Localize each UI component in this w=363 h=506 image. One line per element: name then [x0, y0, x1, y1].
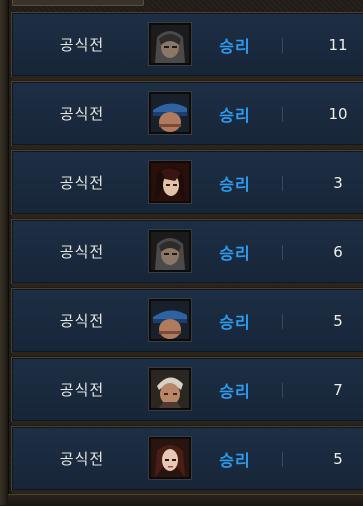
- match-row[interactable]: 공식전 승리 3: [11, 150, 363, 218]
- match-score: 7: [333, 380, 343, 399]
- match-score: 5: [333, 311, 343, 330]
- match-score: 5: [333, 449, 343, 468]
- blue-cap-soldier-icon: [148, 91, 192, 135]
- female-mage-icon: [148, 436, 192, 480]
- match-result: 승리: [219, 450, 251, 470]
- dark-hair-swordsman-icon: [148, 160, 192, 204]
- match-result: 승리: [219, 312, 251, 332]
- column-divider: [282, 314, 283, 329]
- column-divider: [282, 176, 283, 191]
- column-divider: [282, 38, 283, 53]
- match-mode-label: 공식전: [59, 381, 105, 399]
- match-row[interactable]: 공식전 승리 7: [11, 357, 363, 425]
- match-row[interactable]: 공식전 승리 5: [11, 426, 363, 494]
- blue-cap-soldier-icon: [148, 298, 192, 342]
- match-mode-label: 공식전: [59, 174, 105, 192]
- panel-left-border: [0, 0, 9, 505]
- column-divider: [282, 245, 283, 260]
- match-result: 승리: [219, 36, 251, 56]
- match-mode-label: 공식전: [59, 243, 105, 261]
- match-row[interactable]: 공식전 승리 6: [11, 219, 363, 287]
- column-divider: [282, 107, 283, 122]
- match-result: 승리: [219, 174, 251, 194]
- hooded-fighter-icon: [148, 229, 192, 273]
- match-mode-label: 공식전: [59, 105, 105, 123]
- match-score: 10: [328, 104, 348, 123]
- panel-top-tab: [12, 0, 144, 6]
- column-divider: [282, 452, 283, 467]
- match-score: 11: [328, 35, 348, 54]
- white-hair-brawler-icon: [148, 367, 192, 411]
- match-row[interactable]: 공식전 승리 11: [11, 12, 363, 80]
- match-result: 승리: [219, 243, 251, 263]
- match-row[interactable]: 공식전 승리 10: [11, 81, 363, 149]
- match-mode-label: 공식전: [59, 450, 105, 468]
- match-result: 승리: [219, 105, 251, 125]
- panel-bottom-border: [8, 494, 363, 506]
- column-divider: [282, 383, 283, 398]
- match-score: 3: [333, 173, 343, 192]
- hooded-fighter-icon: [148, 22, 192, 66]
- match-score: 6: [333, 242, 343, 261]
- match-row[interactable]: 공식전 승리 5: [11, 288, 363, 356]
- match-mode-label: 공식전: [59, 312, 105, 330]
- match-list: 공식전 승리 11 공식전 승리 10 공식전 승리 3 공식전 승리 6 공식…: [11, 12, 363, 495]
- match-mode-label: 공식전: [59, 36, 105, 54]
- match-result: 승리: [219, 381, 251, 401]
